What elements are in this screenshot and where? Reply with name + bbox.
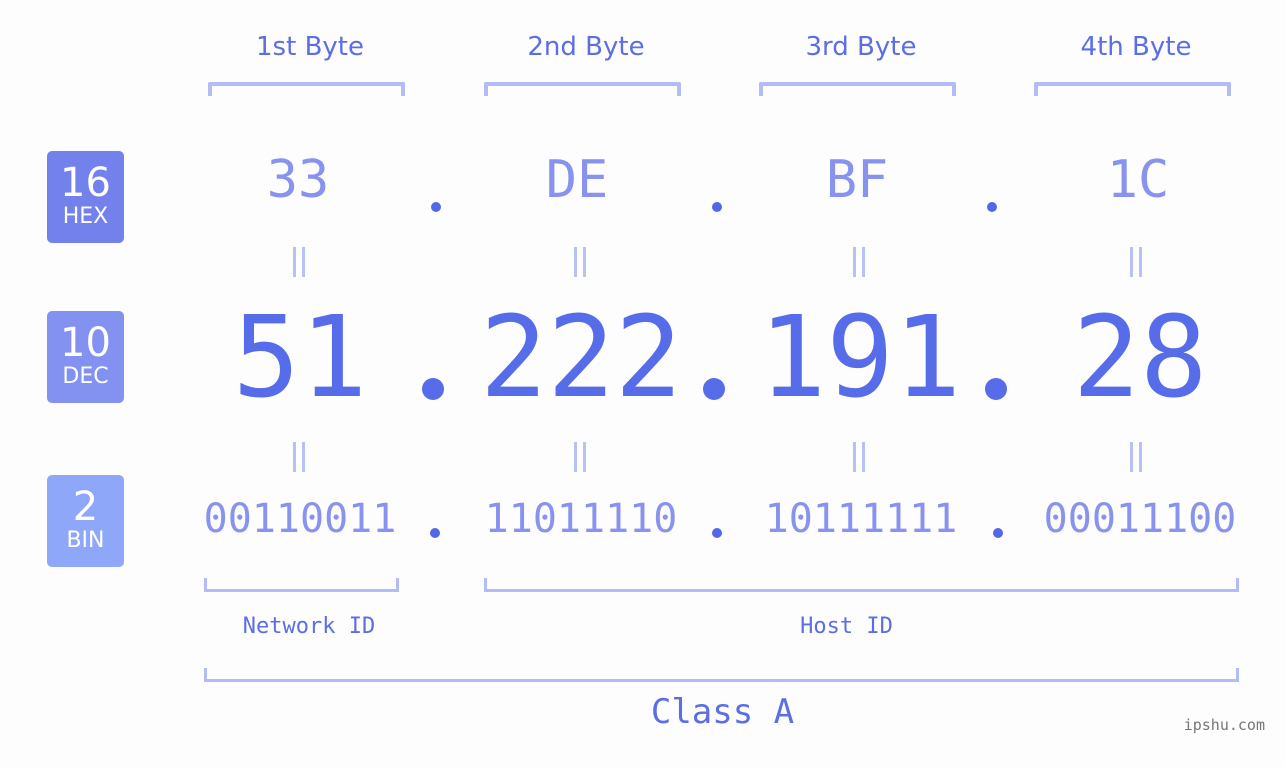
- hex-badge-name: HEX: [62, 204, 109, 229]
- byte-label-4: 4th Byte: [1080, 32, 1192, 62]
- bin-value-1: 00110011: [203, 496, 397, 542]
- bin-separator-1: [430, 528, 440, 538]
- hex-badge-base: 16: [60, 160, 111, 206]
- byte-bracket-2: [484, 82, 681, 96]
- equals-icon: [291, 247, 305, 277]
- hex-value-4: 1C: [1106, 150, 1170, 210]
- network-id-label: Network ID: [242, 614, 376, 639]
- byte-label-3: 3rd Byte: [805, 32, 917, 62]
- byte-label-1: 1st Byte: [256, 32, 364, 62]
- bin-badge-base: 2: [72, 484, 99, 530]
- dec-value-3: 191: [758, 293, 962, 423]
- byte-bracket-3: [759, 82, 956, 96]
- dec-badge-name: DEC: [62, 364, 109, 389]
- equals-icon: [1128, 442, 1142, 472]
- bin-badge: 2 BIN: [47, 475, 124, 567]
- hex-value-1: 33: [266, 150, 330, 210]
- hex-value-2: DE: [545, 150, 609, 210]
- class-label: Class A: [650, 692, 795, 732]
- dec-separator-3: [985, 378, 1007, 400]
- hex-separator-2: [712, 202, 722, 212]
- dec-value-1: 51: [232, 293, 368, 423]
- bin-separator-2: [712, 528, 722, 538]
- byte-bracket-4: [1034, 82, 1231, 96]
- dec-badge: 10 DEC: [47, 311, 124, 403]
- network-id-bracket: [204, 578, 399, 592]
- byte-bracket-1: [208, 82, 405, 96]
- host-id-label: Host ID: [800, 614, 893, 639]
- byte-label-2: 2nd Byte: [527, 32, 645, 62]
- hex-separator-3: [987, 202, 997, 212]
- dec-separator-2: [703, 378, 725, 400]
- dec-badge-base: 10: [60, 320, 111, 366]
- bin-badge-name: BIN: [66, 528, 105, 553]
- equals-icon: [572, 442, 586, 472]
- bin-value-2: 11011110: [484, 496, 678, 542]
- equals-icon: [851, 442, 865, 472]
- equals-icon: [851, 247, 865, 277]
- bin-separator-3: [993, 528, 1003, 538]
- dec-value-2: 222: [479, 293, 683, 423]
- equals-icon: [572, 247, 586, 277]
- hex-badge: 16 HEX: [47, 151, 124, 243]
- bin-value-4: 00011100: [1043, 496, 1237, 542]
- dec-separator-1: [422, 378, 444, 400]
- host-id-bracket: [484, 578, 1239, 592]
- equals-icon: [1128, 247, 1142, 277]
- hex-value-3: BF: [825, 150, 889, 210]
- bin-value-3: 10111111: [764, 496, 958, 542]
- watermark: ipshu.com: [1183, 716, 1265, 734]
- equals-icon: [291, 442, 305, 472]
- hex-separator-1: [431, 202, 441, 212]
- class-bracket: [204, 668, 1239, 682]
- dec-value-4: 28: [1072, 293, 1208, 423]
